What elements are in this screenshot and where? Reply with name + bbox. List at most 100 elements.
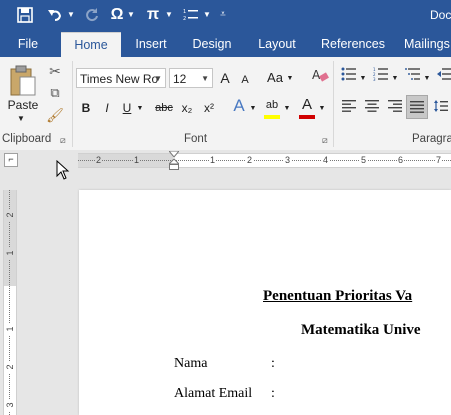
quick-access-toolbar: ▼ Ω ▼ π ▼ 12 ▼ ⩡ Doc <box>0 0 451 32</box>
tab-home[interactable]: Home <box>61 32 121 58</box>
format-painter-icon[interactable]: 🖌 <box>46 105 64 125</box>
superscript-button[interactable]: x² <box>200 98 218 118</box>
paste-icon[interactable] <box>8 63 38 99</box>
ruler-tick: 5 <box>360 154 368 167</box>
subscript-button[interactable]: x₂ <box>178 98 196 118</box>
paste-dropdown-icon[interactable]: ▼ <box>14 109 28 129</box>
clipboard-launcher-icon[interactable]: ⧄ <box>60 135 66 146</box>
save-icon[interactable] <box>14 4 36 26</box>
shrink-font-button[interactable]: A <box>238 70 252 90</box>
customize-toolbar-icon[interactable]: ⩡ <box>216 4 230 26</box>
ruler-tick: 1 <box>133 154 141 167</box>
svg-text:A: A <box>312 68 321 82</box>
multilevel-list-icon[interactable] <box>404 67 422 87</box>
clear-formatting-icon[interactable]: A <box>310 66 330 90</box>
tab-design[interactable]: Design <box>186 32 238 57</box>
ruler-tick: 1 <box>5 323 15 335</box>
equation-dropdown-icon[interactable]: ▼ <box>164 4 174 26</box>
equation-icon[interactable]: π <box>144 4 162 26</box>
font-color-dropdown-icon[interactable]: ▼ <box>318 99 326 119</box>
align-center-icon[interactable] <box>363 98 381 118</box>
bullets-icon[interactable] <box>340 67 358 87</box>
tab-layout[interactable]: Layout <box>250 32 304 57</box>
field-separator: : <box>271 356 275 371</box>
ruler-tick: 4 <box>322 154 330 167</box>
font-size-dropdown[interactable]: 12 ▼ <box>169 68 213 88</box>
numbering-icon[interactable]: 12 <box>180 4 202 26</box>
bold-button[interactable]: B <box>78 98 94 118</box>
numbering-list-icon[interactable]: 123 <box>372 67 390 87</box>
field-label-nama: Nama <box>174 356 208 371</box>
ruler-tick: 2 <box>5 209 15 221</box>
horizontal-ruler[interactable]: 2 1 1 2 3 4 5 6 7 <box>78 153 451 168</box>
text-effects-button[interactable]: A <box>230 96 248 116</box>
svg-text:1: 1 <box>183 9 186 15</box>
ribbon: Paste ▼ ✂ ⧉ 🖌 Clipboard ⧄ Times New Ro ▼ … <box>0 57 451 151</box>
change-case-dropdown-icon[interactable]: ▼ <box>286 69 294 89</box>
font-group-label: Font <box>184 133 208 145</box>
numbering-list-dropdown-icon[interactable]: ▼ <box>391 69 399 89</box>
paragraph-group-label: Paragra <box>412 133 451 145</box>
font-color-swatch <box>299 115 315 119</box>
italic-button[interactable]: I <box>100 98 114 118</box>
grow-font-button[interactable]: A <box>217 68 233 88</box>
document-title-line2: Matematika Unive <box>301 322 421 338</box>
svg-text:3: 3 <box>373 77 376 81</box>
ruler-tick: 6 <box>397 154 405 167</box>
text-effects-dropdown-icon[interactable]: ▼ <box>249 99 257 119</box>
underline-button[interactable]: U <box>120 98 134 118</box>
change-case-button[interactable]: Aa <box>264 68 286 88</box>
font-color-button[interactable]: A <box>298 95 316 115</box>
line-spacing-icon[interactable] <box>432 98 450 118</box>
justify-button[interactable] <box>406 95 428 119</box>
document-page[interactable]: Penentuan Prioritas Va Matematika Unive … <box>79 190 451 415</box>
multilevel-list-dropdown-icon[interactable]: ▼ <box>423 69 431 89</box>
strikethrough-button[interactable]: abc <box>152 98 176 118</box>
ruler-tick: 2 <box>246 154 254 167</box>
copy-icon[interactable]: ⧉ <box>46 83 64 103</box>
ruler-tick: 3 <box>284 154 292 167</box>
group-divider <box>72 61 73 147</box>
ruler-tick: 2 <box>5 361 15 373</box>
ruler-tick: 1 <box>209 154 217 167</box>
align-right-icon[interactable] <box>386 98 404 118</box>
tab-file[interactable]: File <box>8 32 48 57</box>
align-left-icon[interactable] <box>340 98 358 118</box>
document-title-line1: Penentuan Prioritas Va <box>263 288 413 304</box>
decrease-indent-icon[interactable] <box>436 67 451 87</box>
symbol-icon[interactable]: Ω <box>108 4 126 26</box>
field-label-email: Alamat Email <box>174 386 253 401</box>
symbol-dropdown-icon[interactable]: ▼ <box>126 4 136 26</box>
ruler-tick: 7 <box>435 154 443 167</box>
ribbon-tab-bar: File Home Insert Design Layout Reference… <box>0 32 451 58</box>
chevron-down-icon: ▼ <box>201 74 209 83</box>
ruler-dots <box>9 190 11 415</box>
font-size-value: 12 <box>173 72 187 86</box>
group-divider <box>333 61 334 147</box>
tab-mailings[interactable]: Mailings <box>404 32 451 57</box>
indent-marker-icon[interactable] <box>167 150 181 171</box>
highlight-dropdown-icon[interactable]: ▼ <box>283 99 291 119</box>
font-launcher-icon[interactable]: ⧄ <box>322 135 328 146</box>
highlight-button[interactable]: ab <box>262 95 282 115</box>
tab-selector-icon[interactable]: ⌐ <box>4 153 18 167</box>
font-name-dropdown[interactable]: Times New Ro ▼ <box>76 68 166 88</box>
tab-insert[interactable]: Insert <box>126 32 176 57</box>
underline-dropdown-icon[interactable]: ▼ <box>136 99 144 119</box>
vertical-ruler[interactable]: 2 1 1 2 3 <box>3 190 17 415</box>
field-separator: : <box>271 386 275 401</box>
ruler-tick: 3 <box>5 399 15 411</box>
svg-text:2: 2 <box>183 16 186 22</box>
highlight-label: ab <box>265 99 279 111</box>
cut-icon[interactable]: ✂ <box>46 61 64 81</box>
chevron-down-icon: ▼ <box>154 74 162 83</box>
document-title: Doc <box>430 8 451 22</box>
undo-icon[interactable] <box>44 4 66 26</box>
undo-dropdown-icon[interactable]: ▼ <box>66 4 76 26</box>
mouse-pointer-icon <box>56 159 70 185</box>
ruler-tick: 2 <box>95 154 103 167</box>
numbering-dropdown-icon[interactable]: ▼ <box>202 4 212 26</box>
redo-icon[interactable] <box>82 4 102 26</box>
bullets-dropdown-icon[interactable]: ▼ <box>359 69 367 89</box>
tab-references[interactable]: References <box>318 32 388 57</box>
